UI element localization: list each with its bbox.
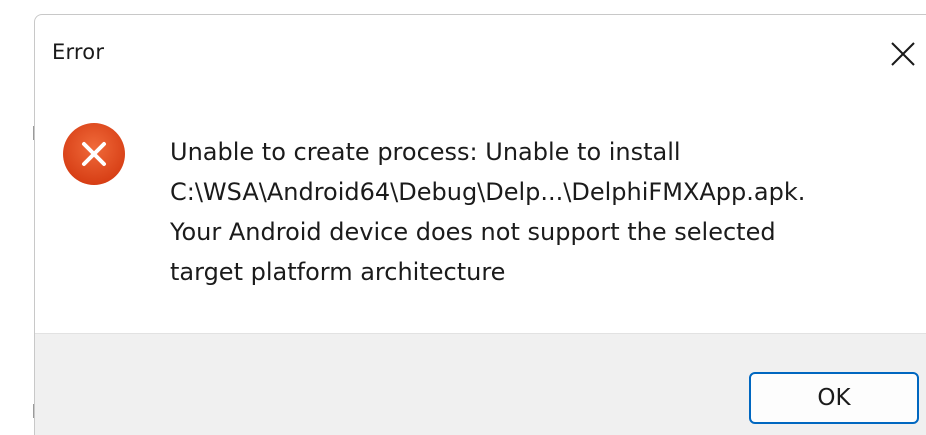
message-line: Your Android device does not support the… (170, 218, 776, 246)
dialog-title: Error (52, 40, 105, 64)
ok-button[interactable]: OK (749, 372, 919, 424)
dialog-titlebar[interactable]: Error (35, 15, 926, 95)
dialog-footer: OK (35, 333, 926, 435)
error-dialog: Error Unable to create process: Unable t… (34, 14, 926, 435)
error-message: Unable to create process: Unable to inst… (170, 132, 920, 292)
dialog-content: Unable to create process: Unable to inst… (35, 95, 926, 333)
error-icon (63, 123, 125, 185)
message-line: target platform architecture (170, 258, 506, 286)
message-line: Unable to create process: Unable to inst… (170, 138, 681, 166)
close-button[interactable] (880, 31, 926, 77)
close-icon (891, 42, 915, 66)
message-line: C:\WSA\Android64\Debug\Delp...\DelphiFMX… (170, 178, 806, 206)
